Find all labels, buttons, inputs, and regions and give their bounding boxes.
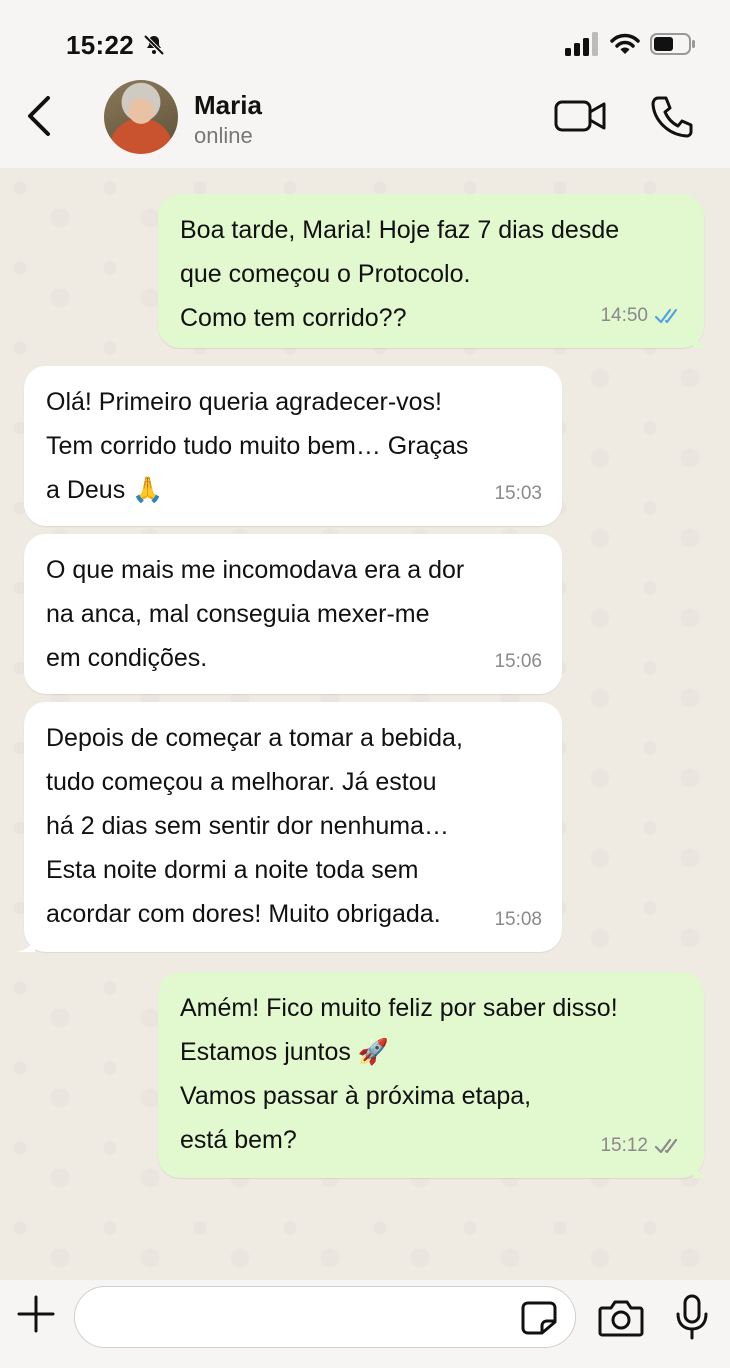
- bubble-tail: [693, 330, 713, 348]
- double-tick-icon: [654, 308, 678, 324]
- message-text-line: Amém! Fico muito feliz por saber disso!: [180, 994, 618, 1022]
- microphone-icon[interactable]: [674, 1294, 710, 1340]
- double-tick-icon: [654, 1138, 678, 1154]
- message-text-line: na anca, mal conseguia mexer-me: [46, 600, 430, 628]
- status-bar: 15:22: [0, 0, 730, 80]
- wifi-icon: [610, 33, 640, 54]
- phone-icon[interactable]: [650, 94, 694, 138]
- bubble-tail: [693, 1160, 713, 1178]
- message-meta: 15:08: [494, 898, 542, 942]
- message-bubble-incoming[interactable]: Olá! Primeiro queria agradecer-vos! Tem …: [24, 366, 562, 526]
- contact-name[interactable]: Maria: [194, 90, 262, 121]
- message-meta: 14:50: [600, 294, 684, 338]
- message-text-line: em condições.: [46, 644, 208, 672]
- message-bubble-incoming[interactable]: Depois de começar a tomar a bebida, tudo…: [15, 702, 562, 952]
- message-text-line: Depois de começar a tomar a bebida,: [46, 724, 463, 752]
- message-time: 15:08: [494, 909, 542, 930]
- back-arrow-icon[interactable]: [20, 94, 60, 138]
- bubble-tail: [15, 934, 35, 952]
- camera-icon[interactable]: [598, 1298, 644, 1338]
- status-time: 15:22: [66, 30, 134, 60]
- avatar[interactable]: [104, 80, 178, 154]
- message-text-line: que começou o Protocolo.: [180, 260, 471, 288]
- signal-icon: [565, 32, 598, 56]
- message-text-line: Estamos juntos 🚀: [180, 1038, 389, 1066]
- message-time: 15:03: [494, 483, 542, 504]
- chat-header: Maria online: [0, 80, 730, 168]
- battery-icon: [650, 33, 695, 55]
- message-text-line: acordar com dores! Muito obrigada.: [46, 900, 441, 928]
- message-text-line: Tem corrido tudo muito bem… Graças: [46, 432, 469, 460]
- message-text-line: a Deus 🙏: [46, 476, 164, 504]
- message-input[interactable]: [74, 1286, 576, 1348]
- message-bubble-incoming[interactable]: O que mais me incomodava era a dor na an…: [24, 534, 562, 694]
- contact-status: online: [194, 123, 253, 148]
- message-bubble-outgoing[interactable]: Boa tarde, Maria! Hoje faz 7 dias desde …: [158, 194, 713, 348]
- message-text-line: O que mais me incomodava era a dor: [46, 556, 465, 584]
- plus-icon[interactable]: [16, 1294, 56, 1334]
- message-meta: 15:12: [600, 1124, 684, 1168]
- message-text-line: há 2 dias sem sentir dor nenhuma…: [46, 812, 449, 840]
- message-meta: 15:03: [494, 472, 542, 516]
- video-call-icon[interactable]: [554, 98, 608, 134]
- sticker-icon[interactable]: [520, 1300, 558, 1336]
- message-meta: 15:06: [494, 640, 542, 684]
- message-text-line: Esta noite dormi a noite toda sem: [46, 856, 419, 884]
- composer-bar: [0, 1280, 730, 1368]
- message-text-line: tudo começou a melhorar. Já estou: [46, 768, 437, 796]
- message-time: 15:06: [494, 651, 542, 672]
- message-text-line: Olá! Primeiro queria agradecer-vos!: [46, 388, 442, 416]
- message-time: 14:50: [600, 305, 648, 326]
- bell-slash-icon: [143, 34, 165, 56]
- message-text-line: Vamos passar à próxima etapa,: [180, 1082, 532, 1110]
- message-text-line: Boa tarde, Maria! Hoje faz 7 dias desde: [180, 216, 620, 244]
- message-bubble-outgoing[interactable]: Amém! Fico muito feliz por saber disso! …: [158, 972, 713, 1178]
- message-time: 15:12: [600, 1135, 648, 1156]
